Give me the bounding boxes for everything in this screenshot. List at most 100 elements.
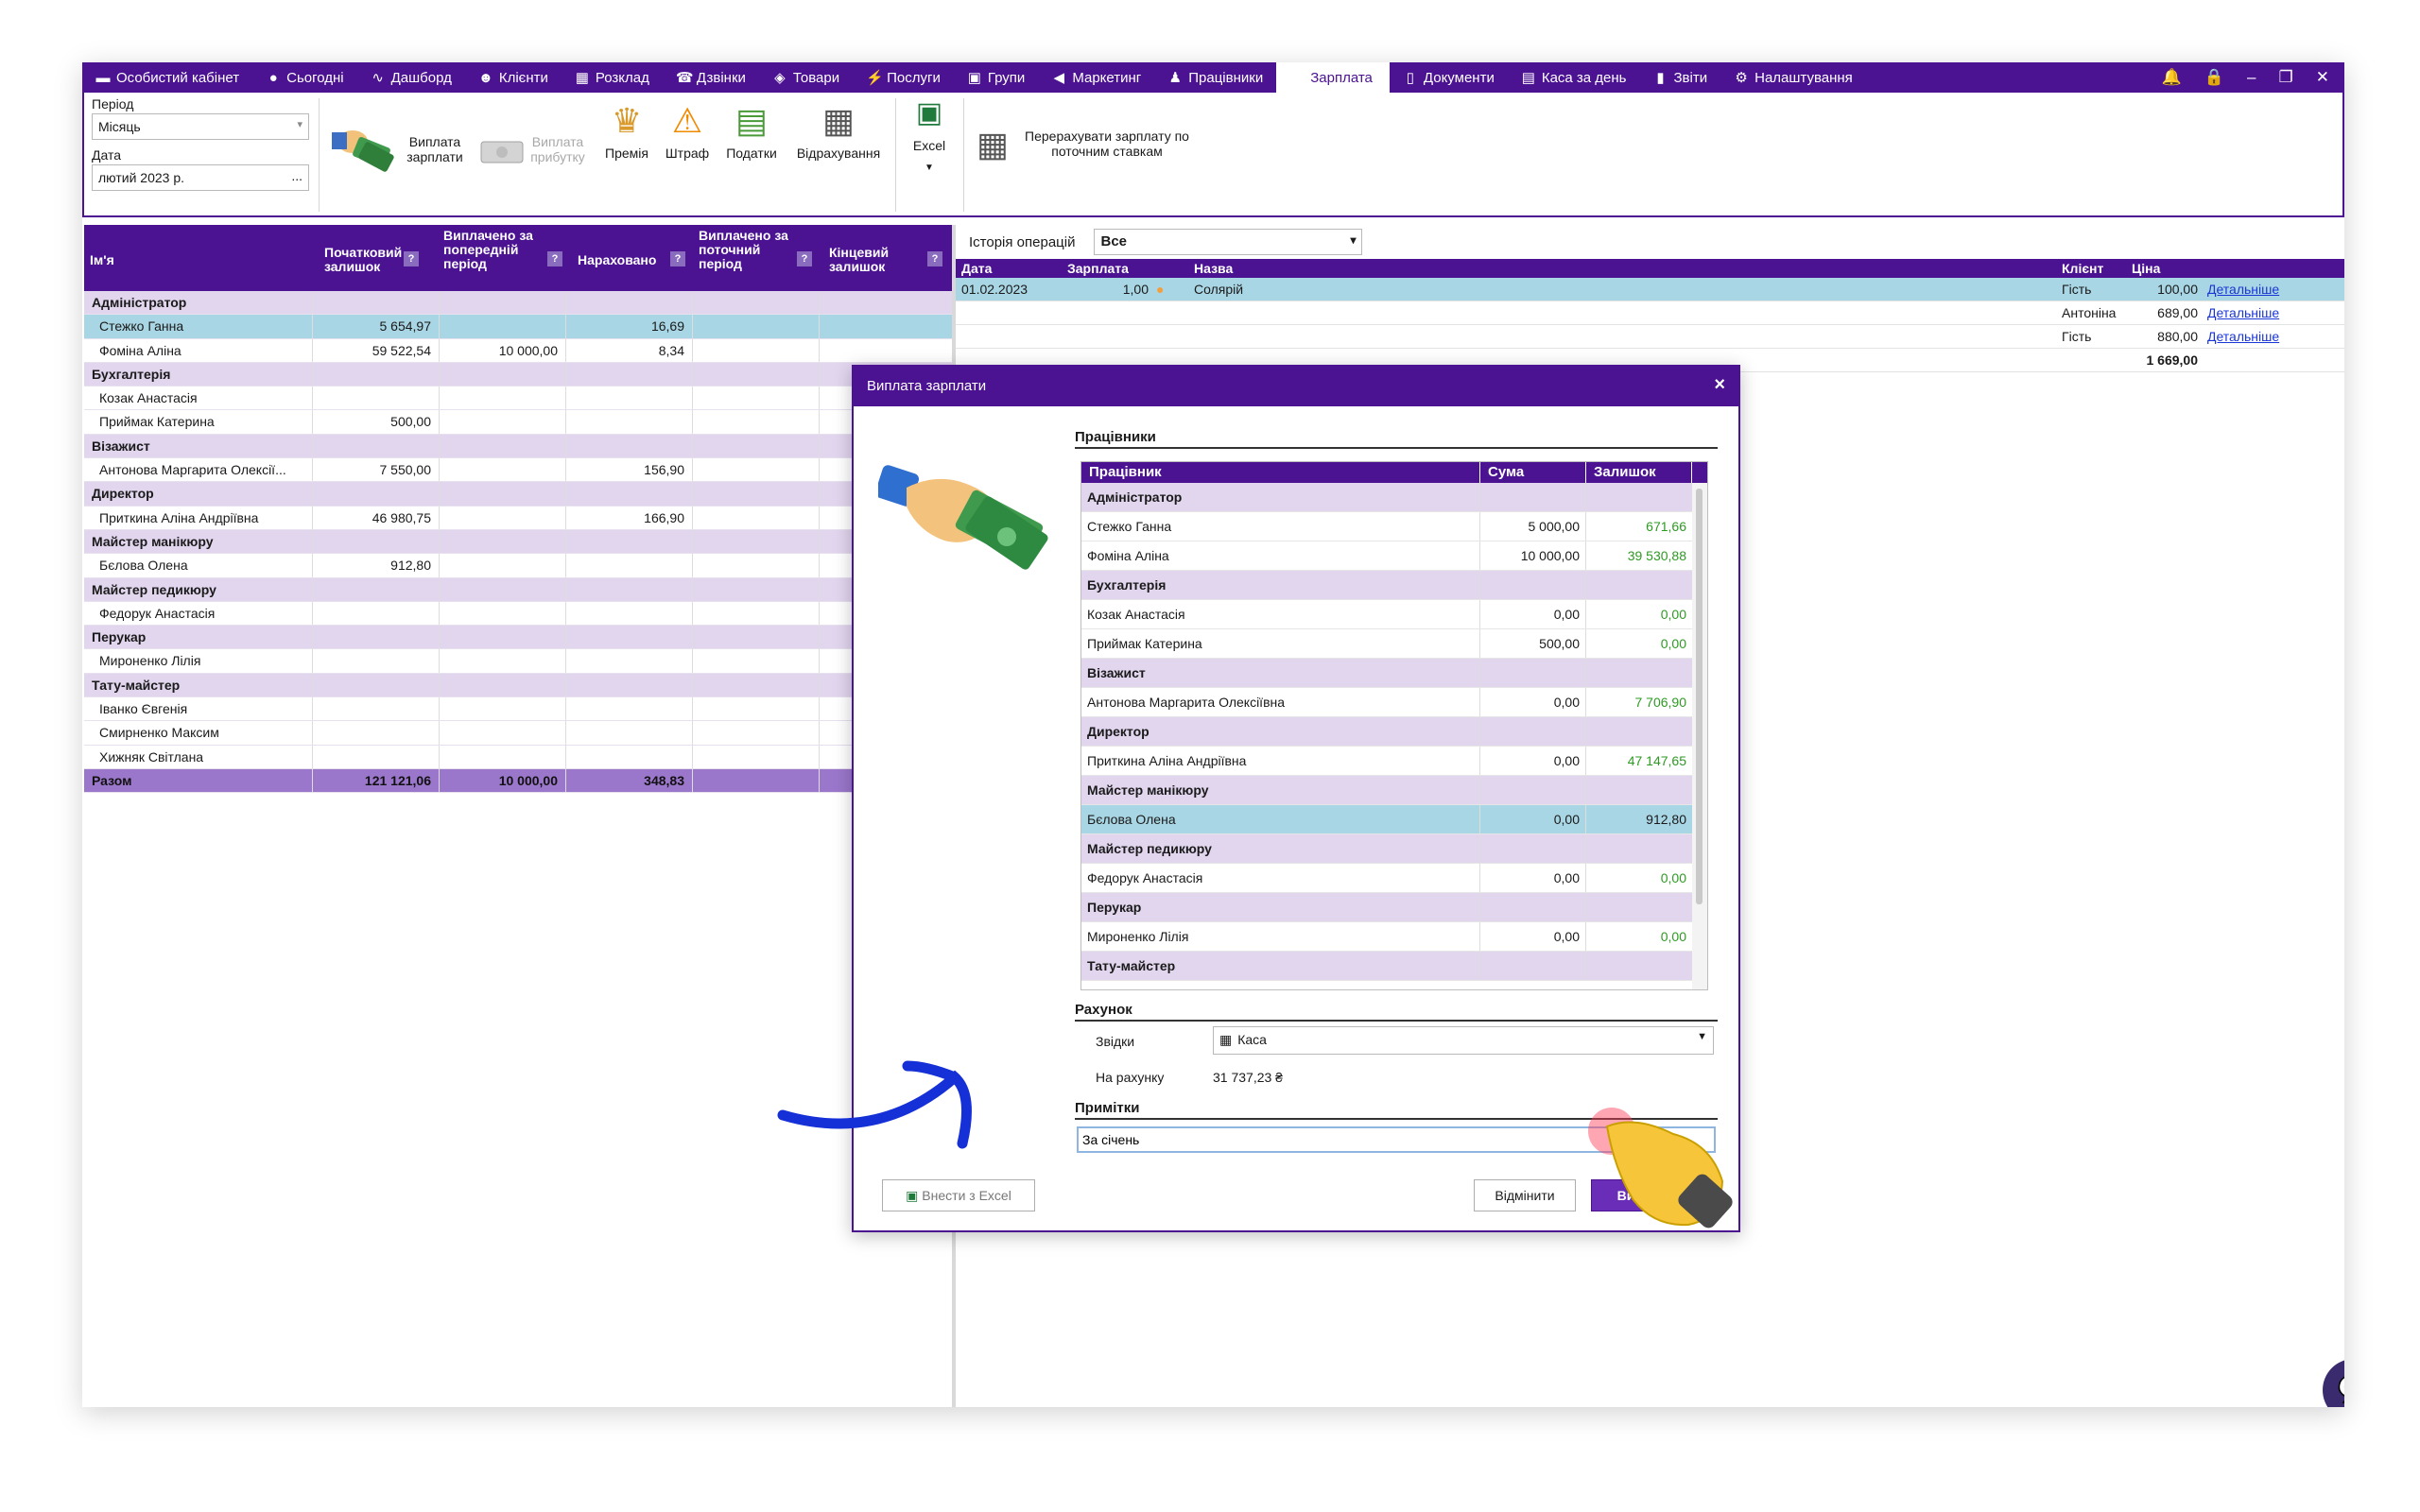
pay-sum[interactable]: 5 000,00 <box>1480 512 1586 541</box>
nav-tab-label: Маркетинг <box>1072 69 1142 86</box>
pay-sum[interactable]: 0,00 <box>1480 922 1586 951</box>
table-row[interactable]: Смирненко Максим <box>84 721 956 746</box>
employee-pay-row[interactable]: Стежко Ганна 5 000,00 671,66 <box>1081 512 1707 541</box>
table-cell <box>440 649 566 673</box>
table-row[interactable]: Мироненко Лілія <box>84 649 956 674</box>
pay-sum[interactable]: 0,00 <box>1480 805 1586 833</box>
pay-sum[interactable]: 500,00 <box>1480 629 1586 658</box>
nav-tab[interactable]: ☻ Клієнти <box>465 62 562 93</box>
employee-pay-row[interactable]: Антонова Маргарита Олексіївна 0,00 7 706,9… <box>1081 688 1707 717</box>
table-row[interactable]: Приймак Катерина 500,00 <box>84 410 956 435</box>
help-icon[interactable]: ? <box>670 251 685 266</box>
nav-tab[interactable]: ▮ Звіти <box>1640 62 1721 93</box>
table-row[interactable]: Козак Анастасія <box>84 387 956 411</box>
employee-pay-row[interactable]: Приймак Катерина 500,00 0,00 <box>1081 629 1707 659</box>
help-icon[interactable]: ? <box>404 251 419 266</box>
nav-tab[interactable]: ▯ Документи <box>1390 62 1508 93</box>
details-link[interactable]: Детальніше <box>2207 305 2279 320</box>
table-cell <box>693 745 820 768</box>
nav-tab[interactable]: ◀ Маркетинг <box>1038 62 1154 93</box>
fine-button[interactable]: ⚠ Штраф <box>659 102 716 162</box>
history-row[interactable]: Гість 880,00 Детальніше <box>956 325 2344 349</box>
pay-sum[interactable]: 0,00 <box>1480 864 1586 892</box>
pay-sum[interactable]: 0,00 <box>1480 747 1586 775</box>
trophy-icon: ♛ <box>611 101 643 140</box>
employee-name: Іванко Євгенія <box>84 697 313 721</box>
nav-tab-label: Сьогодні <box>286 69 344 86</box>
nav-tab[interactable]: ● Сьогодні <box>252 62 357 93</box>
calculator-icon: ▤ <box>1521 70 1535 86</box>
nav-tab[interactable]: ⚙ Налаштування <box>1720 62 1866 93</box>
table-cell <box>440 482 566 506</box>
restore-icon[interactable]: ❐ <box>2279 68 2293 87</box>
help-icon[interactable]: ? <box>927 251 942 266</box>
date-picker[interactable]: лютий 2023 р.... <box>92 164 309 191</box>
pay-button[interactable]: Виплатити <box>1591 1179 1714 1211</box>
banknote-icon <box>480 141 524 163</box>
employee-pay-row[interactable]: Приткина Аліна Андріївна 0,00 47 147,65 <box>1081 747 1707 776</box>
gear-icon: ⚙ <box>1735 70 1748 86</box>
bell-icon[interactable]: 🔔 <box>2162 68 2182 87</box>
details-link[interactable]: Детальніше <box>2207 282 2279 297</box>
pay-sum[interactable]: 0,00 <box>1480 688 1586 716</box>
nav-tab[interactable]: ∿ Дашборд <box>357 62 465 93</box>
document-icon: ▯ <box>1406 70 1415 86</box>
help-icon[interactable]: ? <box>797 251 812 266</box>
row-salary: 1,00 <box>1122 282 1149 297</box>
history-row[interactable]: Антоніна 689,00 Детальніше <box>956 301 2344 325</box>
table-row[interactable]: Приткина Аліна Андріївна 46 980,75 166,90 <box>84 506 956 530</box>
employees-scrollbar[interactable] <box>1692 483 1707 989</box>
nav-tab[interactable]: Зарплата <box>1276 62 1390 93</box>
nav-tab-label: Розклад <box>595 69 649 86</box>
taxes-button[interactable]: ▤ Податки <box>717 102 786 162</box>
nav-tab[interactable]: ▬ Особистий кабінет <box>82 62 252 93</box>
chat-bubble-icon[interactable]: 💬 <box>2323 1359 2344 1407</box>
help-icon[interactable]: ? <box>547 251 562 266</box>
employee-pay-row[interactable]: Бєлова Олена 0,00 912,80 <box>1081 805 1707 834</box>
table-row[interactable]: Фоміна Аліна 59 522,54 10 000,00 8,34 <box>84 338 956 363</box>
table-row[interactable]: Бєлова Олена 912,80 <box>84 554 956 578</box>
minimize-icon[interactable]: – <box>2247 68 2256 87</box>
nav-tab[interactable]: ⚡ Послуги <box>853 62 954 93</box>
table-row[interactable]: Стежко Ганна 5 654,97 16,69 <box>84 315 956 339</box>
pay-sum[interactable]: 0,00 <box>1480 600 1586 628</box>
table-row[interactable]: Іванко Євгенія <box>84 697 956 722</box>
pay-salary-button[interactable]: Виплата зарплати <box>332 119 474 185</box>
table-cell <box>566 362 693 387</box>
employee-pay-row[interactable]: Федорук Анастасія 0,00 0,00 <box>1081 864 1707 893</box>
bonus-button[interactable]: ♛ Премія <box>598 101 655 162</box>
pay-profit-button[interactable]: Виплата прибутку <box>479 119 593 185</box>
close-icon[interactable]: × <box>1714 374 1725 396</box>
deductions-button[interactable]: ▦ Відрахування <box>789 102 888 162</box>
cancel-button[interactable]: Відмінити <box>1474 1179 1576 1211</box>
account-select[interactable]: ▦ Каса ▼ <box>1213 1026 1714 1055</box>
employee-pay-row[interactable]: Козак Анастасія 0,00 0,00 <box>1081 600 1707 629</box>
date-picker-button[interactable]: ... <box>291 168 302 183</box>
table-row[interactable]: Хижняк Світлана <box>84 745 956 769</box>
employee-pay-row[interactable]: Фоміна Аліна 10 000,00 39 530,88 <box>1081 541 1707 571</box>
total-row[interactable]: Разом 121 121,06 10 000,00 348,83 <box>84 768 956 794</box>
history-row[interactable]: 01.02.2023 1,00 Солярій Гість ● 100,00 Детальн… <box>956 278 2344 301</box>
employee-name: Приймак Катерина <box>1081 629 1480 658</box>
nav-tab[interactable]: ◈ Товари <box>759 62 853 93</box>
nav-tab[interactable]: ☎ Дзвінки <box>663 62 759 93</box>
employee-pay-row[interactable]: Мироненко Лілія 0,00 0,00 <box>1081 922 1707 952</box>
details-link[interactable]: Детальніше <box>2207 329 2279 344</box>
nav-tab[interactable]: ▦ Розклад <box>562 62 663 93</box>
nav-tab-label: Послуги <box>887 69 941 86</box>
notes-input[interactable] <box>1077 1126 1716 1153</box>
pay-sum[interactable]: 10 000,00 <box>1480 541 1586 570</box>
close-icon[interactable]: ✕ <box>2316 68 2329 87</box>
history-filter-select[interactable]: Все <box>1094 229 1363 255</box>
table-cell: 5 654,97 <box>313 315 440 338</box>
table-row[interactable]: Антонова Маргарита Олексії... 7 550,00 156… <box>84 458 956 483</box>
excel-button[interactable]: ▣ Excel ▼ <box>903 94 956 173</box>
nav-tab[interactable]: ♟ Працівники <box>1154 62 1276 93</box>
import-excel-button[interactable]: ▣ Внести з Excel <box>882 1179 1035 1211</box>
table-row[interactable]: Федорук Анастасія <box>84 601 956 627</box>
lock-icon[interactable]: 🔒 <box>2204 68 2224 87</box>
recalc-salary-button[interactable]: ▦ Перерахувати зарплату по поточним став… <box>977 119 1194 176</box>
period-select[interactable]: Місяць ▾ <box>92 113 309 140</box>
nav-tab[interactable]: ▤ Каса за день <box>1508 62 1640 93</box>
nav-tab[interactable]: ▣ Групи <box>954 62 1038 93</box>
